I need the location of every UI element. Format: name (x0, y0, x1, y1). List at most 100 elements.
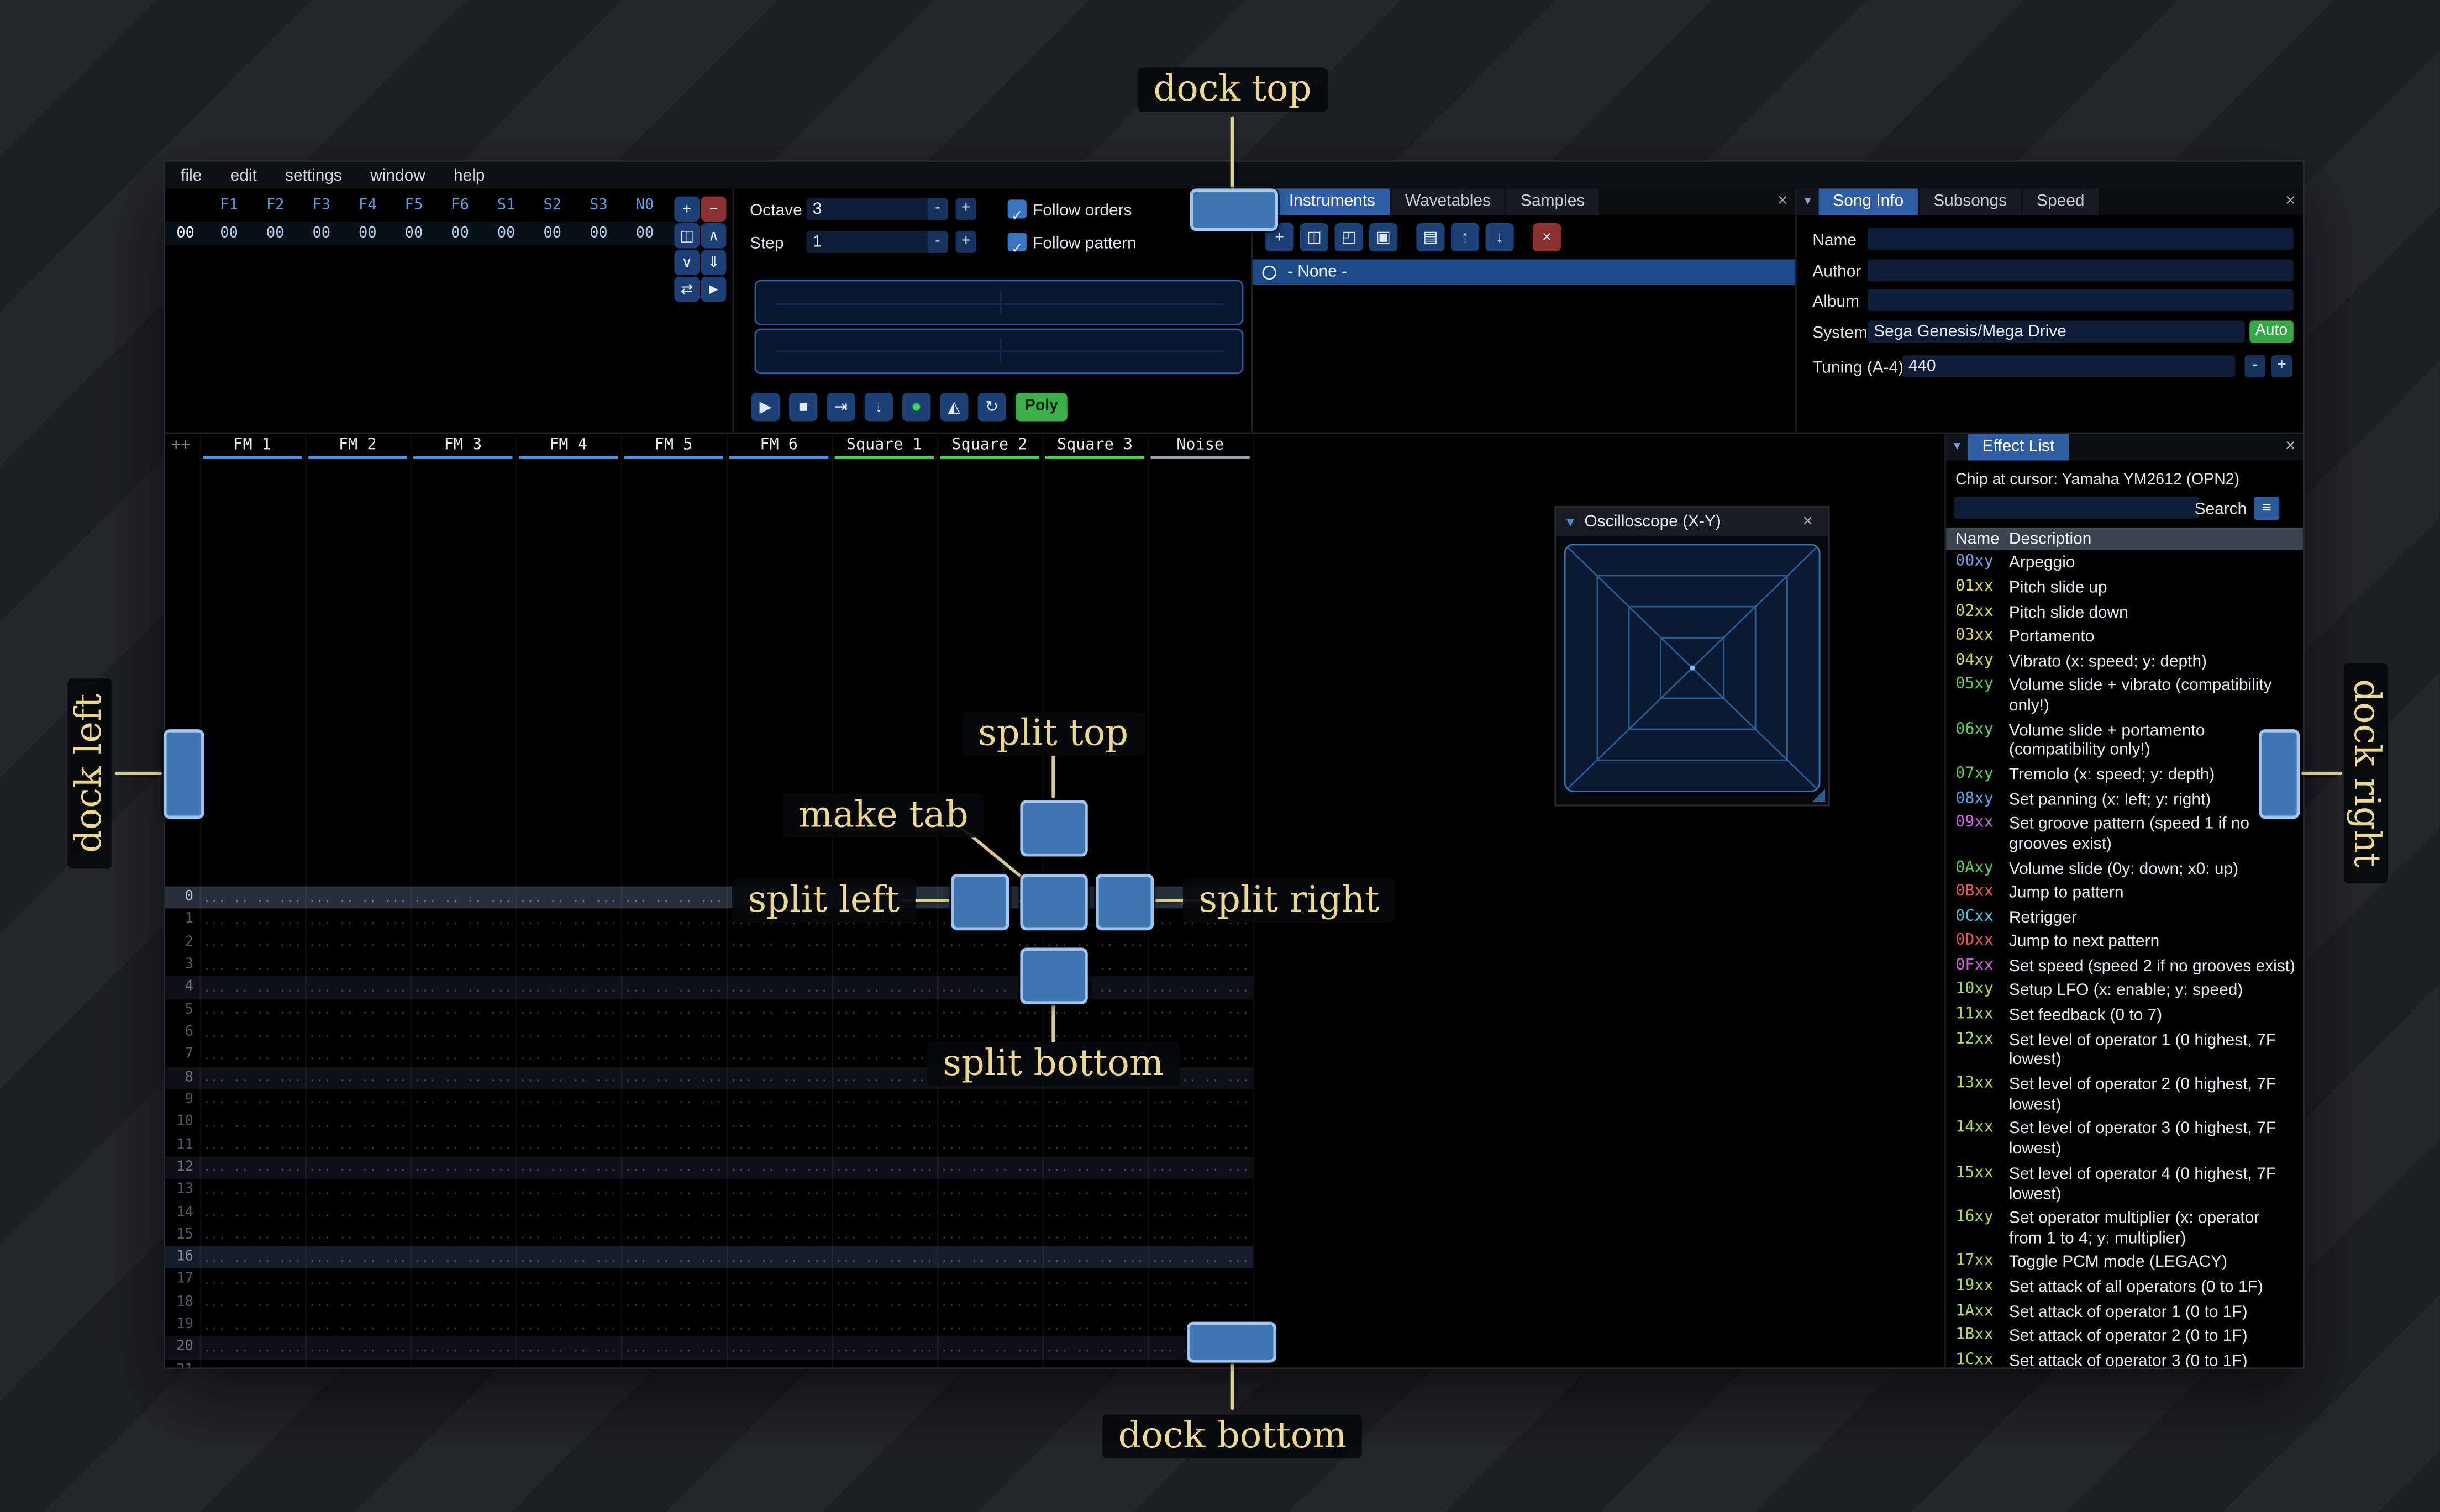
tab-subsongs[interactable]: Subsongs (1919, 188, 2021, 215)
stop-button[interactable]: ■ (789, 393, 818, 422)
open-instrument-button[interactable]: ◰ (1334, 223, 1363, 252)
pattern-cell[interactable]: ... .. .. ... (411, 1295, 516, 1310)
pattern-row-10[interactable]: 10... .. .. ...... .. .. ...... .. .. ..… (165, 1111, 1253, 1134)
pattern-cell[interactable]: ... .. .. ... (199, 936, 305, 950)
pattern-cell[interactable]: ... .. .. ... (1148, 958, 1253, 972)
pattern-cell[interactable]: ... .. .. ... (621, 1161, 727, 1175)
pattern-cell[interactable]: ... .. .. ... (516, 936, 621, 950)
order-row[interactable]: 00 00 00 00 00 00 00 00 00 00 00 (165, 222, 676, 245)
pattern-cell[interactable]: ... .. .. ... (621, 1025, 727, 1040)
pattern-cell[interactable]: ... .. .. ... (411, 1228, 516, 1242)
effect-row-0fxx[interactable]: 0Fxx Set speed (speed 2 if no grooves exi… (1946, 955, 2303, 979)
move-instrument-down-button[interactable]: ↓ (1485, 223, 1514, 252)
pattern-cell[interactable]: ... .. .. ... (832, 1251, 937, 1265)
pattern-cell[interactable]: ... .. .. ... (516, 1161, 621, 1175)
pattern-cell[interactable]: ... .. .. ... (621, 1295, 727, 1310)
pattern-cell[interactable]: ... .. .. ... (199, 1273, 305, 1287)
pattern-cell[interactable]: ... .. .. ... (621, 981, 727, 995)
pattern-cell[interactable]: ... .. .. ... (1042, 1025, 1148, 1040)
pattern-cell[interactable]: ... .. .. ... (832, 1071, 937, 1085)
pattern-row-11[interactable]: 11... .. .. ...... .. .. ...... .. .. ..… (165, 1134, 1253, 1156)
pattern-cell[interactable]: ... .. .. ... (305, 1273, 411, 1287)
channel-header-fm-4[interactable]: FM 4 (516, 434, 621, 460)
pattern-cell[interactable]: ... .. .. ... (726, 1341, 832, 1355)
pattern-cell[interactable]: ... .. .. ... (726, 1161, 832, 1175)
pattern-cell[interactable]: ... .. .. ... (1042, 1115, 1148, 1130)
pattern-cell[interactable]: ... .. .. ... (199, 1161, 305, 1175)
pattern-cell[interactable]: ... .. .. ... (199, 1003, 305, 1018)
order-cell-5[interactable]: 00 (437, 225, 483, 242)
pattern-row-18[interactable]: 18... .. .. ...... .. .. ...... .. .. ..… (165, 1292, 1253, 1314)
pattern-row-13[interactable]: 13... .. .. ...... .. .. ...... .. .. ..… (165, 1179, 1253, 1202)
channel-header-square-3[interactable]: Square 3 (1042, 434, 1148, 460)
effect-row-0axy[interactable]: 0Axy Volume slide (0y: down; x0: up) (1946, 857, 2303, 881)
pattern-cell[interactable]: ... .. .. ... (516, 1093, 621, 1108)
pattern-cell[interactable]: ... .. .. ... (516, 1341, 621, 1355)
pattern-cell[interactable]: ... .. .. ... (516, 981, 621, 995)
step-one-row-button[interactable]: ↓ (864, 393, 893, 422)
tab-effect-list[interactable]: Effect List (1968, 434, 2069, 461)
dock-left-target[interactable] (163, 729, 204, 819)
pattern-cell[interactable]: ... .. .. ... (411, 1273, 516, 1287)
pattern-row-21[interactable]: 21... .. .. ...... .. .. ...... .. .. ..… (165, 1359, 1253, 1367)
make-tab-target[interactable] (1020, 873, 1088, 931)
pattern-cell[interactable]: ... .. .. ... (621, 1205, 727, 1220)
pattern-cell[interactable]: ... .. .. ... (1148, 1138, 1253, 1152)
order-cell-1[interactable]: 00 (252, 225, 298, 242)
pattern-cell[interactable]: ... .. .. ... (1148, 1183, 1253, 1197)
pattern-cell[interactable]: ... .. .. ... (726, 1251, 832, 1265)
pattern-row-20[interactable]: 20... .. .. ...... .. .. ...... .. .. ..… (165, 1336, 1253, 1359)
oscilloscope-titlebar[interactable]: ▼ Oscilloscope (X-Y) × (1556, 507, 1828, 536)
pattern-cell[interactable]: ... .. .. ... (1042, 1273, 1148, 1287)
duplicate-order-to-end-button[interactable]: ⇓ (701, 250, 727, 275)
pattern-cell[interactable]: ... .. .. ... (937, 1228, 1043, 1242)
system-input[interactable]: Sega Genesis/Mega Drive (1867, 319, 2245, 342)
poly-toggle[interactable]: Poly (1015, 393, 1068, 422)
pattern-cell[interactable]: ... .. .. ... (621, 1093, 727, 1108)
menu-item-settings[interactable]: settings (285, 166, 342, 185)
pattern-row-15[interactable]: 15... .. .. ...... .. .. ...... .. .. ..… (165, 1224, 1253, 1246)
pattern-cell[interactable]: ... .. .. ... (621, 936, 727, 950)
pattern-cell[interactable]: ... .. .. ... (726, 981, 832, 995)
pattern-cell[interactable]: ... .. .. ... (305, 1341, 411, 1355)
split-bottom-target[interactable] (1020, 947, 1088, 1004)
pattern-cell[interactable]: ... .. .. ... (411, 981, 516, 995)
pattern-cell[interactable]: ... .. .. ... (726, 1115, 832, 1130)
effect-row-08xy[interactable]: 08xy Set panning (x: left; y: right) (1946, 788, 2303, 812)
tab-dropdown-button[interactable]: ▼ (1946, 434, 1968, 461)
pattern-cell[interactable]: ... .. .. ... (199, 1183, 305, 1197)
order-cell-9[interactable]: 00 (622, 225, 668, 242)
pattern-cell[interactable]: ... .. .. ... (199, 1205, 305, 1220)
tab-samples[interactable]: Samples (1506, 188, 1599, 215)
pattern-cell[interactable]: ... .. .. ... (726, 1071, 832, 1085)
menu-item-help[interactable]: help (454, 166, 485, 185)
pattern-cell[interactable]: ... .. .. ... (1148, 1161, 1253, 1175)
effect-row-1axx[interactable]: 1Axx Set attack of operator 1 (0 to 1F) (1946, 1300, 2303, 1325)
split-top-target[interactable] (1020, 800, 1088, 857)
pattern-row-16[interactable]: 16... .. .. ...... .. .. ...... .. .. ..… (165, 1246, 1253, 1269)
pattern-row-2[interactable]: 2... .. .. ...... .. .. ...... .. .. ...… (165, 931, 1253, 954)
pattern-cell[interactable]: ... .. .. ... (411, 891, 516, 905)
follow-pattern-checkbox[interactable]: ✓ (1007, 233, 1027, 256)
pattern-cell[interactable]: ... .. .. ... (411, 1115, 516, 1130)
pattern-cell[interactable]: ... .. .. ... (1042, 1363, 1148, 1367)
channel-header-square-1[interactable]: Square 1 (832, 434, 937, 460)
pattern-cell[interactable]: ... .. .. ... (832, 1295, 937, 1310)
pattern-cell[interactable]: ... .. .. ... (1148, 1025, 1253, 1040)
tab-instruments[interactable]: Instruments (1275, 188, 1390, 215)
pattern-row-19[interactable]: 19... .. .. ...... .. .. ...... .. .. ..… (165, 1314, 1253, 1336)
order-cell-6[interactable]: 00 (483, 225, 529, 242)
effect-row-02xx[interactable]: 02xx Pitch slide down (1946, 600, 2303, 625)
duplicate-instrument-button[interactable]: ◫ (1300, 223, 1329, 252)
pattern-cell[interactable]: ... .. .. ... (305, 936, 411, 950)
tab-speed[interactable]: Speed (2022, 188, 2099, 215)
pattern-cell[interactable]: ... .. .. ... (937, 1205, 1043, 1220)
effect-row-09xx[interactable]: 09xx Set groove pattern (speed 1 if no gr… (1946, 812, 2303, 857)
pattern-cell[interactable]: ... .. .. ... (1148, 1295, 1253, 1310)
pattern-cell[interactable]: ... .. .. ... (411, 1003, 516, 1018)
effect-row-10xy[interactable]: 10xy Setup LFO (x: enable; y: speed) (1946, 979, 2303, 1004)
tuning-input[interactable]: 440 (1902, 355, 2236, 377)
close-song-info-button[interactable]: × (2278, 188, 2303, 215)
play-button[interactable]: ▶ (751, 393, 780, 422)
close-effect-list-button[interactable]: × (2278, 434, 2303, 460)
